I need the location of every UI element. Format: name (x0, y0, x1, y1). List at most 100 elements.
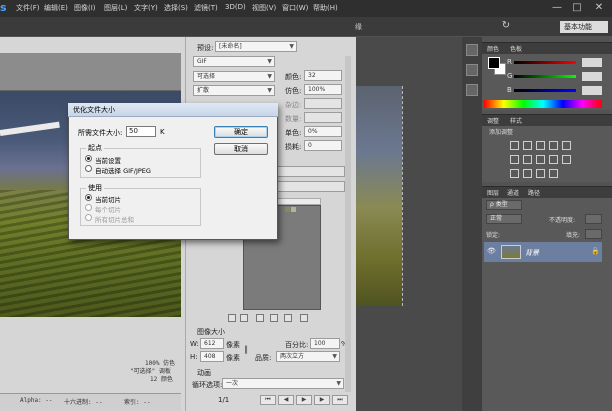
photo-filter-icon[interactable] (549, 155, 558, 164)
each-slice-label[interactable]: 每个切片 (95, 204, 121, 214)
menu-file[interactable]: 文件(F) (16, 3, 40, 13)
blue-slider[interactable] (514, 89, 576, 92)
dither-amount-field[interactable]: 100% (304, 84, 342, 95)
tab-channels[interactable]: 通道 (507, 188, 519, 197)
layer-lock-icon: 🔒 (591, 247, 600, 255)
fill-field[interactable] (585, 229, 602, 239)
tab-adjustments[interactable]: 调整 (487, 116, 499, 125)
levels-icon[interactable] (523, 141, 532, 150)
posterize-icon[interactable] (523, 169, 532, 178)
tab-swatches[interactable]: 色板 (510, 44, 522, 53)
menu-select[interactable]: 选择(S) (164, 3, 188, 13)
workspace-select[interactable]: 基本功能 (560, 21, 608, 33)
layer-kind-filter[interactable]: ρ 类型 (486, 200, 522, 210)
radio-total-slices[interactable] (85, 214, 92, 221)
loop-options-select[interactable]: 一次 ▼ (222, 378, 344, 389)
menu-view[interactable]: 视图(V) (252, 3, 276, 13)
width-field[interactable]: 612 (200, 338, 224, 349)
layer-name[interactable]: 背景 (525, 248, 539, 258)
ok-button[interactable]: 确定 (214, 126, 268, 138)
total-slices-label[interactable]: 所有切片总和 (95, 214, 134, 224)
menu-layer[interactable]: 图层(L) (104, 3, 127, 13)
menu-edit[interactable]: 编辑(E) (44, 3, 68, 13)
lossy-field[interactable]: 0 (304, 140, 342, 151)
color-balance-icon[interactable] (523, 155, 532, 164)
channel-mixer-icon[interactable] (562, 155, 571, 164)
threshold-icon[interactable] (536, 169, 545, 178)
history-panel-icon[interactable] (466, 44, 478, 56)
quality-select[interactable]: 两次立方 ▼ (276, 351, 340, 362)
percent-field[interactable]: 100 (310, 338, 340, 349)
first-frame-button[interactable]: ⏮ (260, 395, 276, 405)
menu-help[interactable]: 帮助(H) (313, 3, 338, 13)
menu-filter[interactable]: 滤镜(T) (194, 3, 218, 13)
height-field[interactable]: 408 (200, 351, 224, 362)
menu-type[interactable]: 文字(Y) (134, 3, 158, 13)
preset-select[interactable]: [未命名] ▼ (215, 41, 297, 52)
color-spectrum[interactable] (484, 100, 602, 108)
radio-each-slice[interactable] (85, 204, 92, 211)
format-select[interactable]: GIF ▼ (193, 56, 275, 67)
colors-field[interactable]: 32 (304, 70, 342, 81)
matte-select[interactable] (304, 98, 342, 109)
close-button[interactable]: ✕ (592, 2, 606, 14)
amount-field[interactable] (304, 112, 342, 123)
radio-auto-select[interactable] (85, 165, 92, 172)
red-slider[interactable] (514, 61, 576, 64)
current-slice-label[interactable]: 当前切片 (95, 194, 121, 204)
last-frame-button[interactable]: ⏭ (332, 395, 348, 405)
delete-color-icon[interactable] (284, 314, 292, 322)
menu-3d[interactable]: 3D(D) (225, 3, 246, 11)
current-settings-label[interactable]: 当前设置 (95, 155, 121, 165)
black-white-icon[interactable] (536, 155, 545, 164)
properties-panel-icon[interactable] (466, 84, 478, 96)
color-chip[interactable] (291, 207, 296, 212)
menu-window[interactable]: 窗口(W) (282, 3, 308, 13)
file-size-input[interactable]: 50 (126, 126, 156, 137)
dither-algorithm-select[interactable]: 扩散 ▼ (193, 85, 275, 96)
visibility-eye-icon[interactable]: 👁 (487, 247, 496, 255)
gradient-map-icon[interactable] (549, 169, 558, 178)
brightness-icon[interactable] (510, 141, 519, 150)
actions-panel-icon[interactable] (466, 64, 478, 76)
auto-select-label[interactable]: 自动选择 GIF/JPEG (95, 165, 151, 175)
tab-layers[interactable]: 图层 (487, 188, 499, 197)
exposure-icon[interactable] (549, 141, 558, 150)
color-table-menu-icon[interactable] (300, 314, 308, 322)
opacity-field[interactable] (585, 214, 602, 224)
hue-saturation-icon[interactable] (510, 155, 519, 164)
red-value[interactable] (582, 58, 602, 67)
invert-icon[interactable] (510, 169, 519, 178)
link-dimensions-icon[interactable]: ║ (244, 346, 248, 354)
web-shift-icon[interactable] (240, 314, 248, 322)
foreground-color-swatch[interactable] (488, 57, 500, 69)
curves-icon[interactable] (536, 141, 545, 150)
lock-color-icon[interactable] (256, 314, 264, 322)
blue-value[interactable] (582, 86, 602, 95)
blend-mode-select[interactable]: 正常 (486, 214, 522, 224)
map-color-icon[interactable] (228, 314, 236, 322)
color-chip[interactable] (285, 207, 290, 212)
tab-paths[interactable]: 路径 (528, 188, 540, 197)
settings-scrollbar[interactable] (345, 56, 351, 392)
rotate-view-icon[interactable]: ↻ (500, 20, 512, 32)
next-frame-button[interactable]: ▶ (314, 395, 330, 405)
tab-styles[interactable]: 样式 (510, 116, 522, 125)
status-hex: 十六进制: -- (64, 399, 103, 406)
radio-current-slice[interactable] (85, 194, 92, 201)
tab-color[interactable]: 颜色 (487, 44, 499, 53)
new-color-icon[interactable] (270, 314, 278, 322)
reduction-select[interactable]: 可选择 ▼ (193, 71, 275, 82)
web-snap-field[interactable]: 0% (304, 126, 342, 137)
prev-frame-button[interactable]: ◀ (278, 395, 294, 405)
maximize-button[interactable]: □ (570, 2, 584, 14)
radio-current-settings[interactable] (85, 155, 92, 162)
vibrance-icon[interactable] (562, 141, 571, 150)
cancel-button[interactable]: 取消 (214, 143, 268, 155)
minimize-button[interactable]: — (550, 2, 564, 14)
menu-image[interactable]: 图像(I) (74, 3, 96, 13)
green-value[interactable] (582, 72, 602, 81)
green-slider[interactable] (514, 75, 576, 78)
play-button[interactable]: ▶ (296, 395, 312, 405)
web-snap-label: 单色: (285, 129, 302, 137)
